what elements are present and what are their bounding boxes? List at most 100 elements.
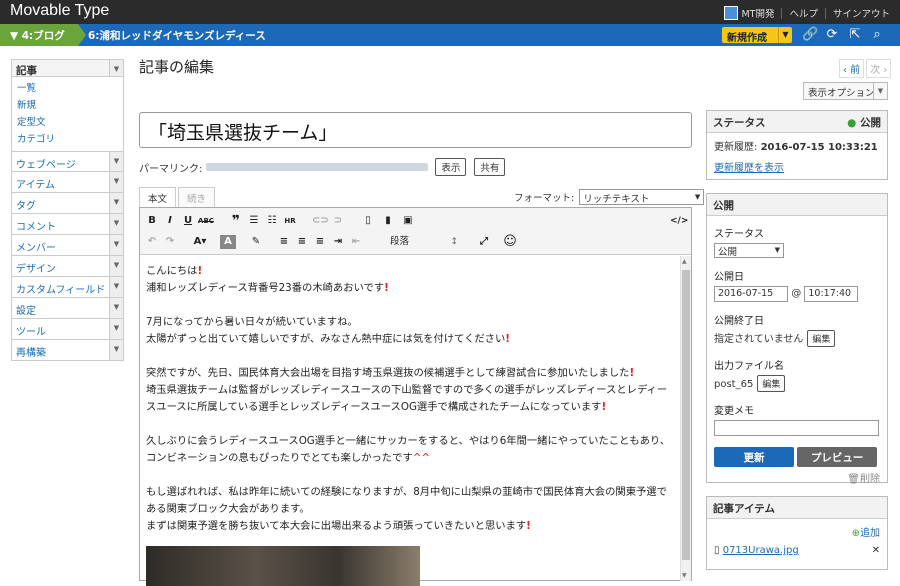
insert-image-icon[interactable]: ▣ [400,214,416,228]
sidebar-item-comments[interactable]: コメント ▼ [11,214,124,235]
share-button[interactable]: 共有 [474,158,506,176]
next-link[interactable]: 次 › [866,59,892,78]
undo-icon[interactable]: ↶ [144,235,160,249]
chevron-down-icon[interactable]: ▼ [109,60,123,76]
sidebar-sub-category[interactable]: カテゴリ [17,131,118,148]
bullet-list-icon[interactable]: ☰ [246,214,262,228]
format-label: フォーマット: [514,193,575,204]
search-icon[interactable]: ⌕ [870,28,884,42]
asset-file-link[interactable]: 0713Urawa.jpg [723,545,799,556]
breadcrumb-site[interactable]: 6:浦和レッドダイヤモンズレディース [88,28,266,43]
link-icon[interactable]: 🔗 [802,28,818,42]
edit-end-date-button[interactable]: 編集 [807,330,836,347]
align-center-icon[interactable]: ≡ [294,235,310,249]
sidebar-item-members[interactable]: メンバー ▼ [11,235,124,256]
permalink-row: パーマリンク: 表示 共有 [139,158,506,176]
redo-icon[interactable]: ↷ [162,235,178,249]
entry-title-input[interactable]: 「埼玉県選抜チーム」 [139,112,692,148]
editor-content[interactable]: こんにちは! 浦和レッズレディース背番号23番の木崎あおいです! 7月になってか… [146,263,672,535]
permalink-url [206,163,429,171]
bold-icon[interactable]: B [144,214,160,228]
tab-body[interactable]: 本文 [139,187,177,207]
sidebar-item-rebuild[interactable]: 再構築 ▼ [11,340,124,361]
updated-time: 2016-07-15 10:33:21 [760,142,878,153]
paragraph-format-select[interactable]: 段落 [388,235,460,250]
unlink-icon[interactable]: ⊃ [330,214,346,228]
emoji-icon[interactable]: ☺ [502,235,518,249]
align-right-icon[interactable]: ≡ [312,235,328,249]
entry-photo [146,546,420,586]
site-link[interactable]: MT開発 [741,6,774,20]
indent-icon[interactable]: ⇥ [330,235,346,249]
edit-output-button[interactable]: 編集 [757,375,786,392]
new-create-button[interactable]: 新規作成 ▼ [722,27,792,44]
signout-link[interactable]: サインアウト [833,6,890,20]
sidebar-item-custom-fields[interactable]: カスタムフィールド ▼ [11,277,124,298]
numbered-list-icon[interactable]: ☷ [264,214,280,228]
underline-icon[interactable]: U [180,214,196,228]
source-code-icon[interactable]: </> [670,214,688,228]
sidebar-item-tools[interactable]: ツール ▼ [11,319,124,340]
editor-toolbar: B I U ABC ❞ ☰ ☷ HR ⊂⊃ ⊃ ▯ ▮ ▣ </> ↶ ↷ A▾… [140,208,691,255]
help-link[interactable]: ヘルプ [789,6,818,20]
remove-format-icon[interactable]: ✎ [248,235,264,249]
sidebar-item-assets[interactable]: アイテム ▼ [11,172,124,193]
add-icon: ⊕ [851,528,860,539]
sidebar-item-webpage[interactable]: ウェブページ ▼ [11,151,124,172]
publish-time-input[interactable]: 10:17:40 [804,286,859,302]
align-left-icon[interactable]: ≡ [276,235,292,249]
editor-scrollbar[interactable]: ▲ ▼ [680,256,691,581]
strikethrough-icon[interactable]: ABC [198,214,214,228]
tab-more[interactable]: 続き [178,187,216,207]
view-button[interactable]: 表示 [435,158,467,176]
smile-emoji: ^^ [412,452,430,464]
publish-date-input[interactable]: 2016-07-15 [714,286,788,302]
italic-icon[interactable]: I [162,214,178,228]
sidebar: 記事 ▼ 一覧 新規 定型文 カテゴリ ウェブページ ▼ アイテム ▼ タグ ▼ コメン… [11,59,124,361]
sidebar-item-design[interactable]: デザイン ▼ [11,256,124,277]
page-title: 記事の編集 [139,58,215,76]
text-color-icon[interactable]: A▾ [192,235,208,249]
sidebar-entries-head[interactable]: 記事 ▼ [11,59,124,77]
exclamation-icon: ! [601,401,607,413]
sidebar-sub-template[interactable]: 定型文 [17,114,118,131]
exclamation-icon: ! [505,333,510,345]
remove-asset-icon[interactable]: ✕ [872,545,880,556]
update-button[interactable]: 更新 [714,447,794,467]
format-row: フォーマット: リッチテキスト [514,189,705,205]
insert-file-icon[interactable]: ▯ [360,214,376,228]
preview-button[interactable]: プレビュー [797,447,878,467]
rebuild-icon[interactable]: ⟳ [825,28,839,42]
horizontal-rule-icon[interactable]: HR [282,214,298,228]
file-icon: ▯ [714,545,720,556]
history-link[interactable]: 更新履歴を表示 [714,163,784,174]
breadcrumb-blog[interactable]: ▼ 4:ブログ [0,24,86,46]
exclamation-icon: ! [384,282,389,294]
display-options-button[interactable]: 表示オプション ▼ [803,82,888,100]
external-view-icon[interactable]: ⇱ [848,28,862,42]
publish-widget: 公開 ステータス 公開 公開日 2016-07-15 @ 10:17:40 公開… [706,193,888,485]
outdent-icon[interactable]: ⇤ [348,235,364,249]
background-color-icon[interactable]: A [220,235,236,249]
sidebar-sub-new[interactable]: 新規 [17,97,118,114]
top-bar: Movable Type MT開発 ヘルプ サインアウト [0,0,900,24]
app-logo[interactable]: Movable Type [10,2,109,20]
link-icon[interactable]: ⊂⊃ [312,214,329,228]
sidebar-item-tags[interactable]: タグ ▼ [11,193,124,214]
change-memo-input[interactable] [714,420,879,436]
insert-document-icon[interactable]: ▮ [380,214,396,228]
publish-status-select[interactable]: 公開 [714,243,784,258]
fullscreen-icon[interactable]: ⤢ [476,235,492,249]
prev-link[interactable]: ‹ 前 [839,59,865,78]
trash-icon: 🗑 [847,474,860,485]
site-icon [724,6,739,20]
add-asset-link[interactable]: 追加 [860,528,880,539]
assets-widget: 記事アイテム ⊕追加 ▯ 0713Urawa.jpg ✕ [706,496,888,570]
sidebar-sub-list[interactable]: 一覧 [17,80,118,97]
chevron-down-icon[interactable]: ▼ [778,27,792,43]
nav-bar: ▼ 4:ブログ 6:浦和レッドダイヤモンズレディース 新規作成 ▼ 🔗 ⟳ ⇱ ⌕ [0,24,900,46]
sidebar-item-settings[interactable]: 設定 ▼ [11,298,124,319]
format-select[interactable]: リッチテキスト [579,189,705,205]
blockquote-icon[interactable]: ❞ [228,214,244,228]
delete-link[interactable]: 削除 [860,474,880,485]
